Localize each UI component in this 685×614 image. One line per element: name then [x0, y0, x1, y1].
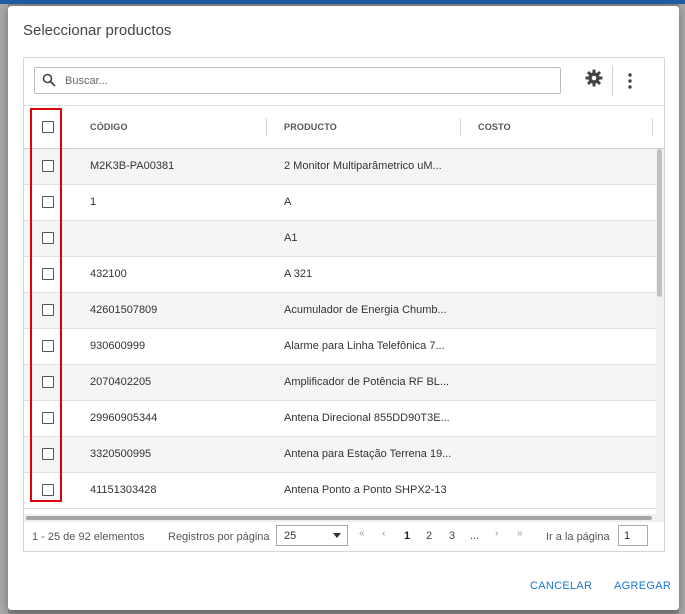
- pager-prev-button[interactable]: ‹: [382, 528, 385, 539]
- cell-product: A1: [284, 232, 298, 244]
- background-strip-left: [0, 4, 8, 614]
- select-products-dialog: Seleccionar productos Buscar... CÓDIGO P…: [8, 6, 679, 610]
- table-row[interactable]: 2070402205 Amplificador de Potência RF B…: [24, 365, 656, 401]
- search-input[interactable]: [65, 72, 545, 90]
- cell-code: 2070402205: [90, 376, 152, 388]
- cell-product: 2 Monitor Multiparâmetrico uM...: [284, 160, 442, 172]
- grid-rows: M2K3B-PA00381 2 Monitor Multiparâmetrico…: [24, 149, 656, 514]
- pager-page-3[interactable]: 3: [449, 530, 455, 542]
- table-row[interactable]: M2K3B-PA00381 2 Monitor Multiparâmetrico…: [24, 149, 656, 185]
- cell-code: 1: [90, 196, 97, 208]
- column-separator[interactable]: [460, 118, 461, 136]
- horizontal-scrollbar[interactable]: [24, 514, 664, 522]
- table-row[interactable]: 3320500995 Antena para Estação Terrena 1…: [24, 437, 656, 473]
- more-vertical-icon[interactable]: [622, 70, 638, 92]
- cell-product: A: [284, 196, 292, 208]
- grid-header: CÓDIGO PRODUCTO COSTO: [24, 107, 664, 149]
- cell-product: Antena para Estação Terrena 19...: [284, 448, 452, 460]
- products-grid: CÓDIGO PRODUCTO COSTO M2K3B-PA00381 2 Mo…: [23, 57, 665, 552]
- pager: 1 - 25 de 92 elementos Registros por pág…: [24, 522, 664, 552]
- row-checkbox[interactable]: [42, 232, 54, 244]
- vertical-scrollbar-thumb[interactable]: [657, 149, 662, 297]
- goto-page-input[interactable]: 1: [618, 525, 648, 546]
- dialog-title: Seleccionar productos: [23, 22, 172, 39]
- row-checkbox[interactable]: [42, 196, 54, 208]
- table-row[interactable]: A1: [24, 221, 656, 257]
- pager-ellipsis[interactable]: ...: [470, 530, 479, 542]
- cell-code: 29960905344: [90, 412, 158, 424]
- row-checkbox[interactable]: [42, 340, 54, 352]
- row-checkbox[interactable]: [42, 484, 54, 496]
- select-all-checkbox[interactable]: [42, 121, 54, 133]
- search-icon: [42, 73, 56, 87]
- column-separator[interactable]: [652, 118, 653, 136]
- table-row[interactable]: 930600999 Alarme para Linha Telefônica 7…: [24, 329, 656, 365]
- cell-product: Alarme para Linha Telefônica 7...: [284, 340, 445, 352]
- horizontal-scrollbar-thumb[interactable]: [26, 516, 652, 520]
- add-button[interactable]: AGREGAR: [614, 580, 671, 592]
- cell-product: Antena Direcional 855DD90T3E...: [284, 412, 450, 424]
- pager-last-button[interactable]: »: [517, 528, 523, 539]
- pager-range-info: 1 - 25 de 92 elementos: [32, 531, 145, 543]
- cell-code: 41151303428: [90, 484, 157, 496]
- pager-next-button[interactable]: ›: [495, 528, 498, 539]
- column-header-product[interactable]: PRODUCTO: [284, 122, 337, 132]
- table-row[interactable]: 1 A: [24, 185, 656, 221]
- column-header-code[interactable]: CÓDIGO: [90, 122, 128, 132]
- goto-page-label: Ir a la página: [546, 531, 610, 543]
- cell-product: Antena Ponto a Ponto SHPX2-13: [284, 484, 447, 496]
- row-checkbox[interactable]: [42, 160, 54, 172]
- gear-icon[interactable]: [584, 68, 604, 88]
- cell-product: A 321: [284, 268, 313, 280]
- pager-page-1[interactable]: 1: [404, 530, 410, 542]
- vertical-scrollbar[interactable]: [656, 149, 664, 514]
- cancel-button[interactable]: CANCELAR: [530, 580, 592, 592]
- pager-page-2[interactable]: 2: [426, 530, 432, 542]
- cell-code: 432100: [90, 268, 127, 280]
- row-checkbox[interactable]: [42, 412, 54, 424]
- table-row[interactable]: 41151303428 Antena Ponto a Ponto SHPX2-1…: [24, 473, 656, 509]
- cell-product: Amplificador de Potência RF BL...: [284, 376, 450, 388]
- pager-first-button[interactable]: «: [359, 528, 365, 539]
- page-size-label: Registros por página: [168, 531, 270, 543]
- table-row[interactable]: 432100 A 321: [24, 257, 656, 293]
- cell-product: Acumulador de Energia Chumb...: [284, 304, 447, 316]
- column-separator[interactable]: [266, 118, 267, 136]
- background-strip-right: [679, 4, 685, 614]
- table-row[interactable]: 42601507809 Acumulador de Energia Chumb.…: [24, 293, 656, 329]
- goto-page-value: 1: [624, 530, 631, 542]
- row-checkbox[interactable]: [42, 376, 54, 388]
- page-size-value: 25: [284, 530, 297, 542]
- row-checkbox[interactable]: [42, 448, 54, 460]
- search-box[interactable]: [34, 67, 561, 94]
- cell-code: M2K3B-PA00381: [90, 160, 175, 172]
- toolbar-divider: [612, 66, 613, 96]
- chevron-down-icon: [333, 533, 341, 538]
- column-header-cost[interactable]: COSTO: [478, 122, 511, 132]
- row-checkbox[interactable]: [42, 268, 54, 280]
- row-checkbox[interactable]: [42, 304, 54, 316]
- background-top-bar: [0, 0, 685, 4]
- table-row[interactable]: 29960905344 Antena Direcional 855DD90T3E…: [24, 401, 656, 437]
- page-size-select[interactable]: 25: [276, 525, 348, 546]
- cell-code: 3320500995: [90, 448, 152, 460]
- cell-code: 930600999: [90, 340, 146, 352]
- grid-toolbar: [24, 58, 664, 106]
- cell-code: 42601507809: [90, 304, 158, 316]
